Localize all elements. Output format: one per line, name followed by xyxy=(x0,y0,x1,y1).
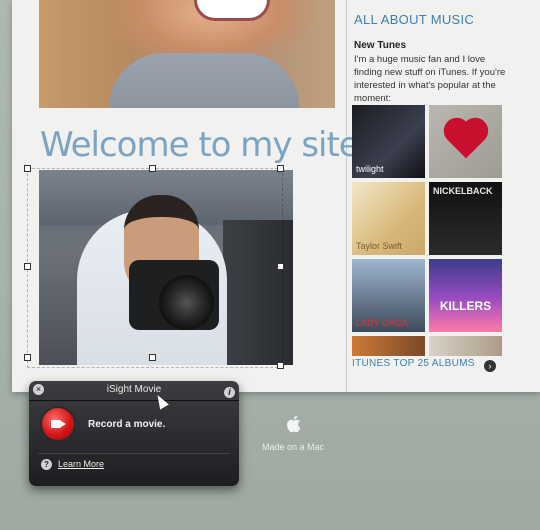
album-cover-lady-gaga[interactable]: LADY GAGA xyxy=(352,259,425,332)
info-icon[interactable]: i xyxy=(224,387,235,398)
record-movie-button[interactable] xyxy=(42,408,74,440)
popover-divider xyxy=(29,400,239,401)
album-cover-heart[interactable] xyxy=(429,105,502,178)
photo-sweater xyxy=(109,53,299,108)
column-divider xyxy=(346,0,347,392)
album-cover-partial-right[interactable] xyxy=(429,336,502,356)
learn-more-link[interactable]: Learn More xyxy=(58,459,104,469)
resize-handle-bottom-left[interactable] xyxy=(24,354,31,361)
record-movie-label: Record a movie. xyxy=(88,419,166,430)
resize-handle-left[interactable] xyxy=(24,263,31,270)
resize-handle-top-left[interactable] xyxy=(24,165,31,172)
album-cover-twilight[interactable]: twilight xyxy=(352,105,425,178)
album-label: NICKELBACK xyxy=(433,186,493,196)
photo-smile xyxy=(194,0,270,21)
album-cover-partial-left[interactable] xyxy=(352,336,425,356)
arrow-right-icon[interactable]: › xyxy=(484,360,496,372)
music-body-text: I'm a huge music fan and I love finding … xyxy=(354,54,506,104)
music-subheading: New Tunes xyxy=(354,40,407,51)
welcome-title[interactable]: Welcome to my site! xyxy=(40,125,372,165)
album-cover-killers[interactable]: KILLERS xyxy=(429,259,502,332)
album-label: twilight xyxy=(356,164,384,174)
video-camera-icon xyxy=(51,420,66,428)
resize-handle-top[interactable] xyxy=(149,165,156,172)
resize-handle-right[interactable] xyxy=(277,263,284,270)
music-heading: ALL ABOUT MUSIC xyxy=(354,12,475,27)
popover-divider-lower xyxy=(38,453,230,454)
album-cover-nickelback[interactable]: NICKELBACK xyxy=(429,182,502,255)
apple-logo-icon xyxy=(287,415,301,433)
album-label: LADY GAGA xyxy=(356,318,408,328)
made-on-a-mac-label: Made on a Mac xyxy=(262,442,325,452)
main-photo[interactable] xyxy=(39,170,293,365)
resize-handle-top-right[interactable] xyxy=(277,165,284,172)
photo-lens xyxy=(159,275,214,330)
photo-crowd xyxy=(223,220,293,365)
popover-title: iSight Movie xyxy=(106,384,162,395)
heart-icon xyxy=(447,121,485,159)
resize-handle-bottom-right[interactable] xyxy=(277,362,284,369)
header-photo[interactable] xyxy=(39,0,335,108)
help-icon[interactable]: ? xyxy=(41,459,52,470)
itunes-top-albums-link[interactable]: ITUNES TOP 25 ALBUMS xyxy=(352,358,475,369)
album-cover-taylor-swift[interactable]: Taylor Swift xyxy=(352,182,425,255)
album-label: KILLERS xyxy=(439,299,492,313)
isight-movie-popover: × iSight Movie i Record a movie. ? Learn… xyxy=(29,381,239,486)
resize-handle-bottom[interactable] xyxy=(149,354,156,361)
album-label: Taylor Swift xyxy=(356,241,403,251)
